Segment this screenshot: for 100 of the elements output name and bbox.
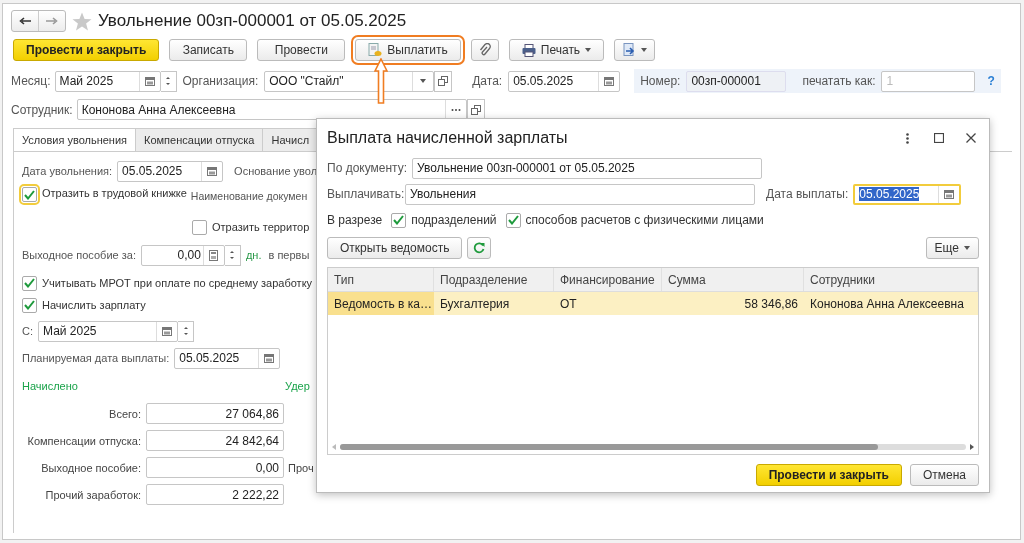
more-menu-button[interactable]: Еще (925, 237, 979, 259)
field-label: Компенсации отпуска: (26, 434, 141, 447)
employee-field[interactable]: Кононова Анна Алексеевна (76, 99, 467, 120)
field-label: В разрезе (327, 213, 383, 227)
print-button[interactable]: Печать (508, 39, 605, 61)
planned-date-field[interactable]: 05.05.2025 (174, 347, 281, 369)
document-field[interactable]: Увольнение 00зп-000001 от 05.05.2025 (412, 157, 763, 179)
field-label: Наименование докумен (190, 190, 308, 202)
dismissal-date-field[interactable]: 05.05.2025 (117, 160, 224, 182)
post-and-close-button[interactable]: Провести и закрыть (13, 39, 160, 61)
organization-field[interactable]: ООО "Стайл" (264, 70, 435, 92)
checkbox[interactable] (192, 219, 207, 235)
calendar-icon[interactable] (207, 166, 218, 176)
cancel-button[interactable]: Отмена (909, 464, 979, 486)
amount-field: 2 222,22 (146, 484, 284, 505)
open-window-icon[interactable] (438, 76, 449, 86)
maximize-button[interactable] (931, 130, 947, 146)
section-heading: Начислено (22, 380, 79, 392)
help-link[interactable]: ? (987, 74, 995, 88)
checkmark-icon (24, 300, 35, 310)
tab[interactable]: Условия увольнения (13, 128, 137, 152)
open-statement-button[interactable]: Открыть ведомость (327, 237, 463, 259)
number-field: 00зп-000001 (686, 70, 787, 92)
checkbox[interactable] (22, 187, 37, 202)
section-heading: Удер (285, 380, 310, 392)
checkbox[interactable] (505, 212, 521, 228)
field-label: Всего: (108, 407, 141, 420)
more-icon (905, 132, 909, 144)
star-icon[interactable] (72, 11, 92, 31)
calendar-icon[interactable] (144, 76, 155, 86)
checkbox[interactable] (391, 212, 407, 228)
checkbox-label: подразделений (411, 213, 497, 227)
table-cell: Ведомость в ка… (328, 292, 434, 315)
calendar-icon[interactable] (264, 353, 275, 363)
ellipsis-icon[interactable] (450, 107, 461, 112)
printer-icon (521, 43, 536, 57)
checkmark-icon (24, 278, 35, 288)
spinner-icon[interactable] (165, 75, 171, 87)
calendar-icon[interactable] (604, 76, 615, 86)
field-label: Номер: (640, 74, 681, 88)
column-header[interactable]: Тип (328, 268, 434, 291)
field-label: Основание увол (234, 165, 318, 177)
toolbar-button[interactable]: Записать (169, 39, 248, 61)
from-month-field[interactable]: Май 2025 (38, 320, 178, 342)
checkbox-label: Начислить зарплату (42, 299, 146, 311)
field-label: в первы (268, 249, 310, 261)
document-coins-icon (368, 43, 383, 57)
dropdown-caret-icon[interactable] (964, 246, 970, 250)
unit-label: дн. (245, 249, 262, 261)
severance-days-field[interactable]: 0,00 (140, 244, 225, 266)
amount-field: 27 064,86 (146, 403, 284, 424)
field-label: Организация: (182, 74, 259, 88)
annotation-arrow (374, 58, 388, 104)
open-window-icon[interactable] (470, 104, 481, 115)
window-title: Увольнение 00зп-000001 от 05.05.2025 (98, 11, 407, 31)
field-label: печатать как: (802, 74, 876, 88)
close-icon (966, 133, 976, 143)
field-label: Дата выплаты: (766, 187, 849, 201)
toolbar-button[interactable]: Провести (257, 39, 346, 61)
checkbox-label: Отразить территор (212, 221, 310, 233)
table-row[interactable]: Ведомость в ка… Бухгалтерия ОТ 58 346,86 Кононова Анна Алексеевна (328, 292, 978, 315)
field-label: По документу: (327, 161, 408, 175)
column-header[interactable]: Сотрудники (804, 268, 978, 291)
attach-button[interactable] (470, 39, 499, 61)
spinner-icon[interactable] (182, 325, 189, 337)
checkbox[interactable] (22, 275, 37, 291)
table-cell-text: Кононова Анна Алексеевна (809, 295, 965, 313)
back-arrow-icon (19, 17, 31, 25)
column-header[interactable]: Финансирование (554, 268, 662, 291)
checkbox-label: способов расчетов с физическими лицами (525, 213, 764, 227)
field-label: Проч (288, 461, 314, 474)
column-header[interactable]: Сумма (662, 268, 804, 291)
maximize-icon (934, 133, 944, 143)
post-and-close-button[interactable]: Провести и закрыть (755, 464, 902, 486)
tab[interactable]: Начисл (262, 128, 319, 152)
checkmark-icon (24, 189, 35, 200)
scroll-right-icon[interactable] (970, 444, 974, 450)
dropdown-caret-icon[interactable] (420, 79, 427, 83)
export-button[interactable] (614, 39, 656, 61)
calculator-icon[interactable] (209, 249, 219, 261)
field-label: Дата увольнения: (22, 165, 113, 177)
paperclip-icon (478, 43, 491, 57)
calendar-icon[interactable] (944, 189, 955, 199)
month-field[interactable]: Май 2025 (54, 70, 161, 92)
checkbox[interactable] (22, 297, 37, 313)
field-label: Выходное пособие: (40, 461, 141, 474)
pay-type-field[interactable]: Увольнения (405, 183, 755, 205)
spinner-icon[interactable] (229, 249, 236, 261)
column-header[interactable]: Подразделение (434, 268, 554, 291)
dropdown-caret-icon[interactable] (585, 48, 592, 52)
refresh-icon (473, 242, 486, 254)
field-label: Прочий заработок: (44, 488, 141, 501)
calendar-icon[interactable] (162, 326, 172, 336)
field-label: Дата: (472, 74, 503, 88)
pay-date-field[interactable]: 05.05.2025 (853, 183, 962, 205)
amount-field: 24 842,64 (146, 430, 284, 451)
tab[interactable]: Компенсации отпуска (135, 128, 264, 152)
dropdown-caret-icon[interactable] (641, 48, 648, 52)
date-field[interactable]: 05.05.2025 (508, 70, 621, 92)
refresh-button[interactable] (467, 237, 492, 259)
